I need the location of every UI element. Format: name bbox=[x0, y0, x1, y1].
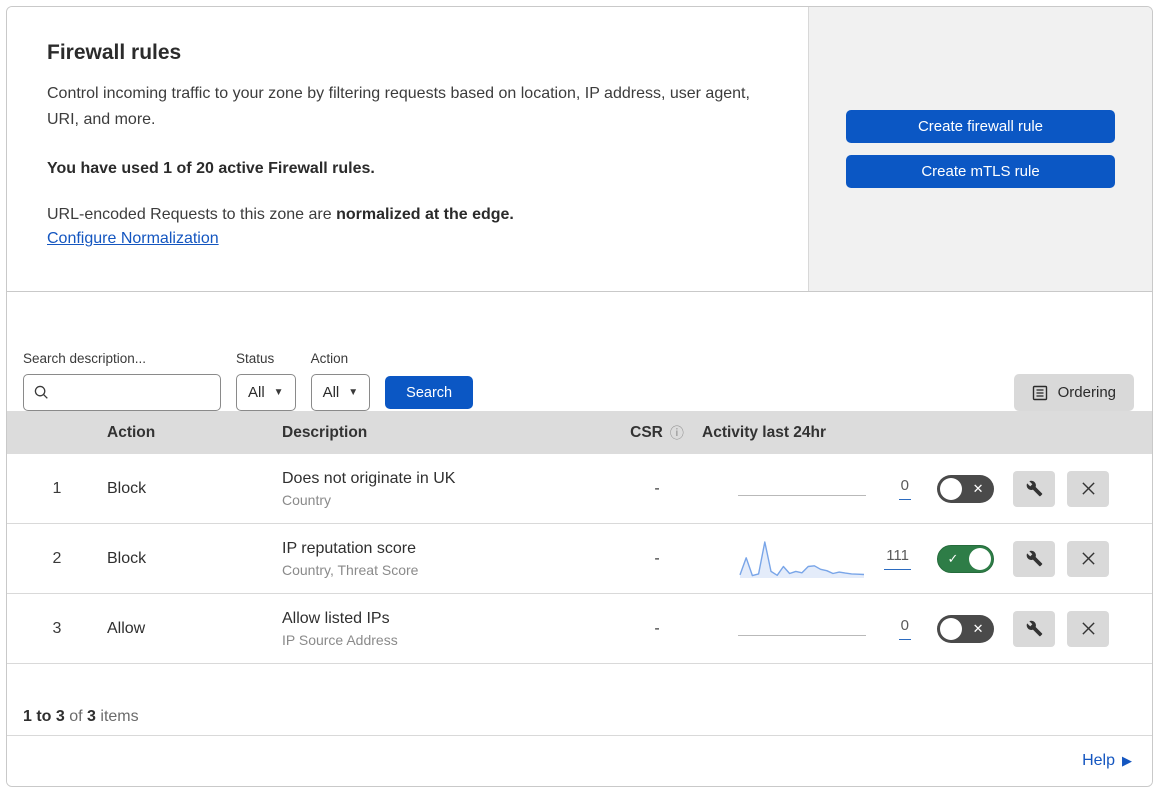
close-icon bbox=[1081, 482, 1095, 495]
intro-panel: Firewall rules Control incoming traffic … bbox=[7, 7, 808, 291]
rule-activity-cell: 0 bbox=[702, 477, 917, 500]
rule-description: Does not originate in UK bbox=[282, 469, 456, 487]
configure-normalization-link[interactable]: Configure Normalization bbox=[47, 230, 219, 247]
delete-rule-button[interactable] bbox=[1067, 610, 1109, 647]
pagination-summary: 1 to 3 of 3 items bbox=[7, 664, 1152, 736]
toggle-off-icon: ✕ bbox=[972, 480, 984, 496]
rule-csr-value: - bbox=[654, 619, 660, 637]
toggle-knob bbox=[939, 617, 962, 640]
status-dropdown-value: All bbox=[248, 384, 265, 401]
delete-rule-button[interactable] bbox=[1067, 540, 1109, 577]
column-header-csr: CSR ⓘ bbox=[630, 423, 684, 443]
action-dropdown-value: All bbox=[322, 384, 340, 401]
ordering-button[interactable]: Ordering bbox=[1013, 374, 1134, 411]
page-header-section: Firewall rules Control incoming traffic … bbox=[7, 7, 1152, 292]
rule-action: Block bbox=[107, 479, 147, 497]
search-icon bbox=[34, 385, 48, 399]
search-label: Search description... bbox=[23, 351, 147, 366]
chevron-down-icon: ▼ bbox=[348, 387, 359, 398]
rule-action: Allow bbox=[107, 619, 146, 637]
wrench-icon bbox=[1026, 480, 1042, 497]
column-header-action: Action bbox=[107, 423, 156, 441]
toggle-knob bbox=[968, 547, 991, 570]
table-row: 2 Block IP reputation score Country, Thr… bbox=[7, 524, 1152, 594]
wrench-icon bbox=[1026, 620, 1042, 637]
help-row: Help ▶ bbox=[7, 736, 1152, 786]
activity-count-link[interactable]: 111 bbox=[884, 547, 911, 570]
action-dropdown[interactable]: All ▼ bbox=[310, 374, 371, 411]
ordering-button-label: Ordering bbox=[1057, 384, 1116, 401]
activity-count-link[interactable]: 0 bbox=[898, 477, 911, 500]
help-link-label: Help bbox=[1082, 752, 1115, 769]
delete-rule-button[interactable] bbox=[1067, 470, 1109, 507]
chevron-down-icon: ▼ bbox=[273, 387, 284, 398]
create-mtls-rule-button[interactable]: Create mTLS rule bbox=[846, 155, 1115, 188]
create-firewall-rule-button[interactable]: Create firewall rule bbox=[846, 110, 1115, 143]
close-icon bbox=[1081, 622, 1095, 635]
firewall-rules-page: Firewall rules Control incoming traffic … bbox=[6, 6, 1153, 787]
rule-fields: Country bbox=[282, 491, 332, 508]
normalization-note: URL-encoded Requests to this zone are no… bbox=[47, 205, 514, 223]
search-button[interactable]: Search bbox=[385, 376, 474, 409]
activity-sparkline-flat bbox=[738, 635, 866, 636]
rule-priority: 3 bbox=[52, 619, 62, 637]
edit-rule-button[interactable] bbox=[1013, 470, 1055, 507]
action-label: Action bbox=[310, 351, 349, 366]
column-header-description: Description bbox=[282, 423, 368, 441]
page-description: Control incoming traffic to your zone by… bbox=[47, 85, 750, 129]
toggle-cell: ✕ ✓ bbox=[917, 474, 1013, 503]
rule-priority: 1 bbox=[52, 479, 62, 497]
activity-sparkline-flat bbox=[738, 495, 866, 496]
toggle-cell: ✕ ✓ bbox=[917, 614, 1013, 643]
rule-description-cell: IP reputation score Country, Threat Scor… bbox=[282, 540, 612, 578]
status-dropdown[interactable]: All ▼ bbox=[236, 374, 296, 411]
toggle-knob bbox=[939, 477, 962, 500]
rule-description: IP reputation score bbox=[282, 539, 417, 557]
search-input[interactable] bbox=[57, 384, 207, 401]
status-field-group: Status All ▼ bbox=[236, 351, 296, 411]
rule-csr-value: - bbox=[654, 549, 660, 567]
page-title: Firewall rules bbox=[47, 41, 182, 64]
edit-rule-button[interactable] bbox=[1013, 610, 1055, 647]
rules-list-section: Search description... Status All ▼ Actio… bbox=[7, 292, 1152, 786]
cta-panel: Create firewall rule Create mTLS rule bbox=[808, 7, 1152, 291]
rule-description: Allow listed IPs bbox=[282, 609, 390, 627]
wrench-icon bbox=[1026, 550, 1042, 567]
rule-priority: 2 bbox=[52, 549, 62, 567]
arrow-right-icon: ▶ bbox=[1122, 753, 1132, 768]
rule-activity-cell: 0 bbox=[702, 617, 917, 640]
toggle-off-icon: ✕ bbox=[972, 620, 984, 636]
list-icon bbox=[1032, 385, 1047, 400]
status-label: Status bbox=[236, 351, 275, 366]
table-header: Action Description CSR ⓘ Activity last 2… bbox=[7, 411, 1152, 454]
toggle-cell: ✕ ✓ bbox=[917, 544, 1013, 573]
action-field-group: Action All ▼ bbox=[310, 351, 371, 411]
toggle-on-icon: ✓ bbox=[947, 550, 959, 566]
activity-sparkline-chart bbox=[739, 540, 865, 578]
help-link[interactable]: Help ▶ bbox=[1082, 752, 1132, 770]
edit-rule-button[interactable] bbox=[1013, 540, 1055, 577]
close-icon bbox=[1081, 552, 1095, 565]
activity-count-link[interactable]: 0 bbox=[898, 617, 911, 640]
usage-summary: You have used 1 of 20 active Firewall ru… bbox=[47, 159, 375, 177]
rule-activity-cell: 111 bbox=[702, 538, 917, 580]
table-row: 1 Block Does not originate in UK Country… bbox=[7, 454, 1152, 524]
rule-enabled-toggle[interactable]: ✕ ✓ bbox=[936, 544, 994, 573]
rule-fields: Country, Threat Score bbox=[282, 561, 419, 578]
rule-description-cell: Does not originate in UK Country bbox=[282, 470, 612, 508]
rule-action: Block bbox=[107, 549, 147, 567]
column-header-activity: Activity last 24hr bbox=[702, 423, 827, 441]
rule-enabled-toggle[interactable]: ✕ ✓ bbox=[936, 614, 994, 643]
rule-fields: IP Source Address bbox=[282, 631, 398, 648]
rule-csr-value: - bbox=[654, 479, 660, 497]
info-icon[interactable]: ⓘ bbox=[670, 423, 684, 443]
search-field-group: Search description... bbox=[23, 351, 221, 411]
search-box[interactable] bbox=[23, 374, 221, 411]
rule-enabled-toggle[interactable]: ✕ ✓ bbox=[936, 474, 994, 503]
rule-description-cell: Allow listed IPs IP Source Address bbox=[282, 610, 612, 648]
table-row: 3 Allow Allow listed IPs IP Source Addre… bbox=[7, 594, 1152, 664]
filter-bar: Search description... Status All ▼ Actio… bbox=[7, 292, 1152, 411]
